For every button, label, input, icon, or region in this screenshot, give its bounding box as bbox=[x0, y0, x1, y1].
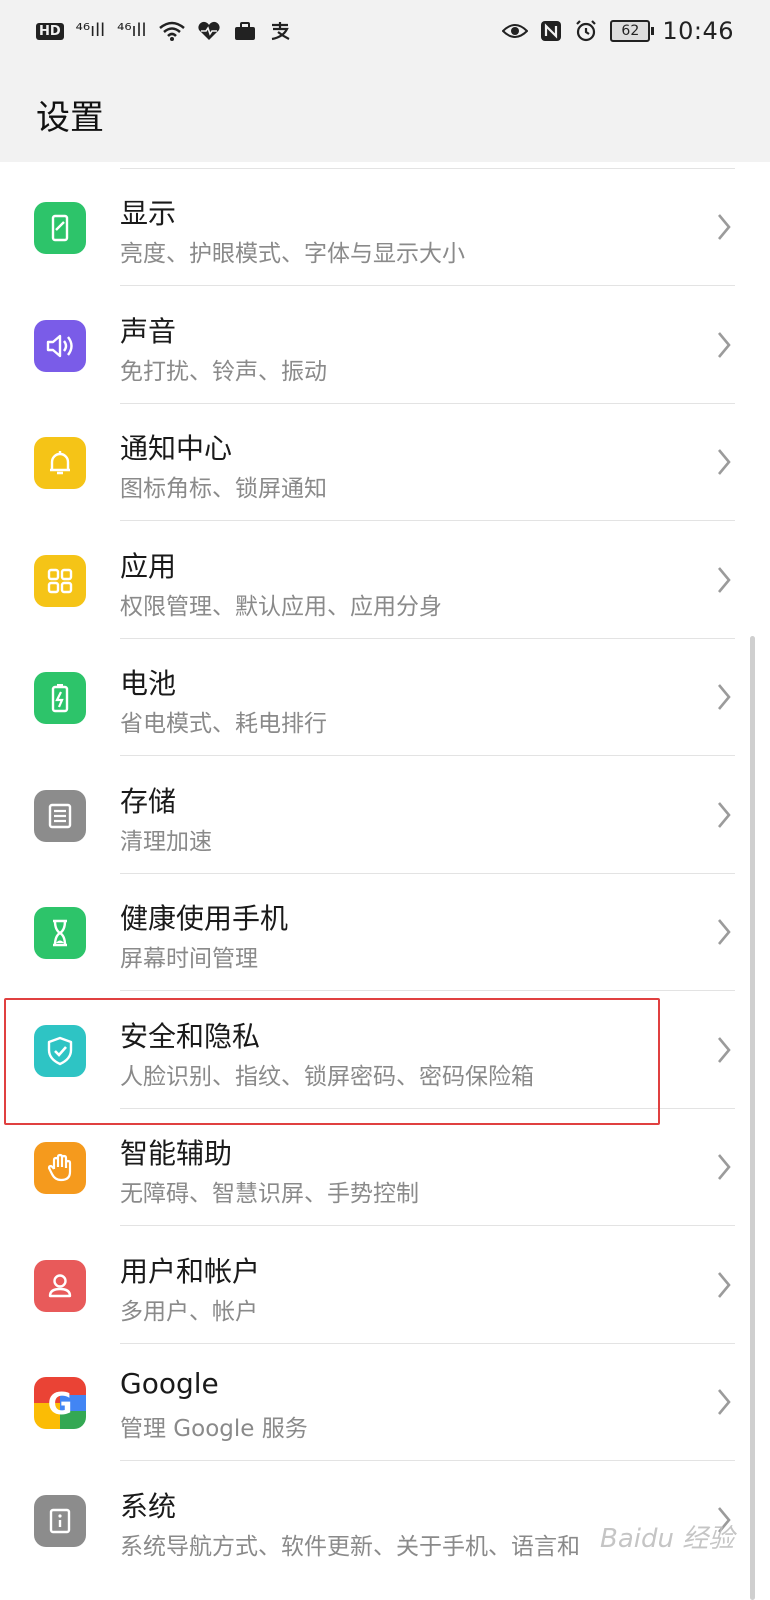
settings-item-subtitle: 无障碍、智慧识屏、手势控制 bbox=[120, 1181, 419, 1207]
settings-item-title: 用户和帐户 bbox=[120, 1254, 261, 1288]
settings-item-subtitle: 人脸识别、指纹、锁屏密码、密码保险箱 bbox=[120, 1063, 534, 1090]
chevron-right-icon bbox=[712, 1385, 736, 1419]
chevron-right-icon bbox=[712, 1033, 736, 1067]
header: 设置 bbox=[0, 62, 770, 162]
chevron-right-icon bbox=[712, 563, 736, 597]
storage-icon bbox=[34, 789, 86, 842]
settings-item[interactable]: 声音免打扰、铃声、振动 bbox=[0, 286, 770, 404]
hand-icon bbox=[34, 1142, 86, 1194]
settings-item-title: 显示 bbox=[120, 197, 177, 230]
hd-badge: HD bbox=[36, 22, 64, 40]
google-icon: G bbox=[34, 1377, 86, 1429]
scrollbar[interactable] bbox=[750, 636, 755, 1600]
settings-item[interactable]: 显示亮度、护眼模式、字体与显示大小 bbox=[0, 168, 770, 286]
settings-item-title: 电池 bbox=[120, 667, 177, 700]
display-icon bbox=[34, 202, 86, 254]
settings-item-subtitle: 系统导航方式、软件更新、关于手机、语言和 bbox=[120, 1533, 580, 1560]
status-bar-left: HD ⁴⁶ıll ⁴⁶ıll bbox=[36, 20, 291, 42]
chevron-right-icon bbox=[712, 798, 736, 832]
settings-item-subtitle: 权限管理、默认应用、应用分身 bbox=[120, 593, 442, 620]
settings-item-subtitle: 图标角标、锁屏通知 bbox=[120, 476, 327, 502]
settings-item-subtitle: 清理加速 bbox=[120, 828, 212, 855]
settings-item-title: 健康使用手机 bbox=[120, 902, 289, 935]
settings-item-title: 安全和隐私 bbox=[120, 1019, 261, 1053]
settings-item-subtitle: 省电模式、耗电排行 bbox=[120, 711, 327, 737]
settings-item-subtitle: 免打扰、铃声、振动 bbox=[120, 358, 327, 385]
settings-item-subtitle: 亮度、护眼模式、字体与显示大小 bbox=[120, 241, 465, 267]
settings-item-subtitle: 管理 Google 服务 bbox=[120, 1416, 308, 1442]
settings-item[interactable]: G Google 管理 Google 服务 bbox=[0, 1343, 770, 1461]
chevron-right-icon bbox=[712, 1150, 736, 1184]
settings-item-title: 应用 bbox=[120, 549, 177, 583]
apps-grid-icon bbox=[34, 554, 86, 607]
settings-item-title: 通知中心 bbox=[120, 432, 233, 465]
watermark: Baidu 经验 bbox=[600, 1524, 735, 1554]
shield-icon bbox=[34, 1024, 86, 1077]
status-bar: HD ⁴⁶ıll ⁴⁶ıll 62 10:46 bbox=[0, 0, 770, 62]
settings-item-title: 系统 bbox=[120, 1489, 177, 1523]
settings-item[interactable]: 存储 清理加速 bbox=[0, 756, 770, 874]
health-heart-icon bbox=[197, 21, 220, 40]
user-icon bbox=[34, 1259, 86, 1312]
settings-item-title: 声音 bbox=[120, 314, 177, 348]
cell-signal-1: ⁴⁶ıll bbox=[75, 20, 106, 41]
chevron-right-icon bbox=[712, 680, 736, 714]
chevron-right-icon bbox=[712, 328, 736, 362]
battery-icon bbox=[34, 672, 86, 724]
settings-item-subtitle: 多用户、帐户 bbox=[120, 1298, 258, 1325]
eye-comfort-icon bbox=[502, 24, 529, 38]
alarm-icon bbox=[576, 20, 597, 42]
briefcase-icon bbox=[234, 22, 255, 40]
bell-icon bbox=[34, 437, 86, 489]
settings-item-title: Google bbox=[120, 1367, 219, 1400]
page-title: 设置 bbox=[36, 98, 104, 138]
hourglass-icon bbox=[34, 907, 86, 959]
sound-icon bbox=[34, 319, 86, 372]
settings-item[interactable]: 通知中心图标角标、锁屏通知 bbox=[0, 403, 770, 521]
settings-item-subtitle: 屏幕时间管理 bbox=[120, 946, 258, 972]
info-icon bbox=[34, 1494, 86, 1547]
settings-item[interactable]: 智能辅助无障碍、智慧识屏、手势控制 bbox=[0, 1108, 770, 1226]
chevron-right-icon bbox=[712, 445, 736, 479]
settings-item[interactable]: 电池省电模式、耗电排行 bbox=[0, 638, 770, 756]
svg-text:G: G bbox=[48, 1387, 73, 1422]
settings-item-title: 存储 bbox=[120, 784, 177, 818]
settings-item[interactable]: 安全和隐私人脸识别、指纹、锁屏密码、密码保险箱 bbox=[0, 991, 770, 1109]
clock: 10:46 bbox=[662, 17, 734, 45]
battery-indicator: 62 bbox=[610, 20, 655, 42]
chevron-right-icon bbox=[712, 210, 736, 244]
status-bar-right: 62 10:46 bbox=[502, 17, 734, 45]
settings-item[interactable]: 应用权限管理、默认应用、应用分身 bbox=[0, 521, 770, 639]
wifi-icon bbox=[158, 21, 185, 41]
settings-item[interactable]: 健康使用手机屏幕时间管理 bbox=[0, 873, 770, 991]
cell-signal-2: ⁴⁶ıll bbox=[117, 20, 147, 41]
nfc-icon bbox=[541, 21, 562, 41]
alipay-icon bbox=[271, 22, 290, 41]
settings-item-title: 智能辅助 bbox=[120, 1137, 233, 1170]
settings-item[interactable]: 用户和帐户多用户、帐户 bbox=[0, 1226, 770, 1344]
chevron-right-icon bbox=[712, 915, 736, 949]
chevron-right-icon bbox=[712, 1268, 736, 1302]
